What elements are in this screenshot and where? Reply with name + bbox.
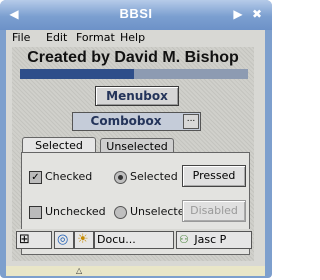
quicklaunch-sun[interactable]: ☀ <box>74 231 94 249</box>
unselected-radio[interactable] <box>114 206 127 219</box>
page-title: Created by David M. Bishop <box>27 49 239 66</box>
combobox-label: Combobox <box>90 114 162 128</box>
combobox-dropdown-icon[interactable]: ... <box>183 114 199 129</box>
document-task-label: Docu... <box>97 233 136 246</box>
start-icon: ⊞ <box>19 232 30 247</box>
selected-radio[interactable] <box>114 171 127 184</box>
taskbar-item-document[interactable]: Docu... <box>94 231 174 249</box>
menubox-button[interactable]: Menubox <box>95 86 179 106</box>
unchecked-label: Unchecked <box>45 205 106 218</box>
quicklaunch-ie[interactable]: ◎ <box>54 231 74 249</box>
sun-icon: ☀ <box>77 232 89 247</box>
scroll-grip-icon: △ <box>76 266 83 275</box>
checked-checkbox[interactable]: ✓ <box>29 171 42 184</box>
ie-icon: ◎ <box>57 232 69 247</box>
menu-file[interactable]: File <box>12 31 30 44</box>
app-window: ◀ BBSI ▶ ✖ File Edit Format Help Created… <box>0 0 272 278</box>
menu-format[interactable]: Format <box>76 31 115 44</box>
menu-bar: File Edit Format Help <box>6 30 265 46</box>
maximize-icon[interactable]: ▶ <box>230 6 246 22</box>
unchecked-checkbox[interactable] <box>29 206 42 219</box>
title-bar[interactable]: ◀ BBSI ▶ ✖ <box>0 0 272 30</box>
taskbar: ⊞ ◎ ☀ Docu... ⚇ Jasc P <box>16 229 252 249</box>
close-icon[interactable]: ✖ <box>249 6 265 22</box>
combobox[interactable]: Combobox ... <box>72 112 201 131</box>
vertical-scrollbar[interactable] <box>259 30 265 266</box>
selected-radio-label: Selected <box>130 170 178 183</box>
progress-fill <box>20 69 134 79</box>
menu-help[interactable]: Help <box>120 31 145 44</box>
disabled-button: Disabled <box>182 200 246 222</box>
checked-label: Checked <box>45 170 93 183</box>
jasc-icon: ⚇ <box>179 233 189 246</box>
start-button[interactable]: ⊞ <box>16 231 52 249</box>
pressed-button[interactable]: Pressed <box>182 165 246 187</box>
jasc-task-label: Jasc P <box>194 233 227 246</box>
taskbar-item-jasc[interactable]: ⚇ Jasc P <box>176 231 252 249</box>
tab-selected[interactable]: Selected <box>22 137 96 153</box>
progress-bar <box>20 69 248 79</box>
horizontal-scrollbar[interactable]: △ <box>6 266 265 276</box>
menu-edit[interactable]: Edit <box>46 31 67 44</box>
